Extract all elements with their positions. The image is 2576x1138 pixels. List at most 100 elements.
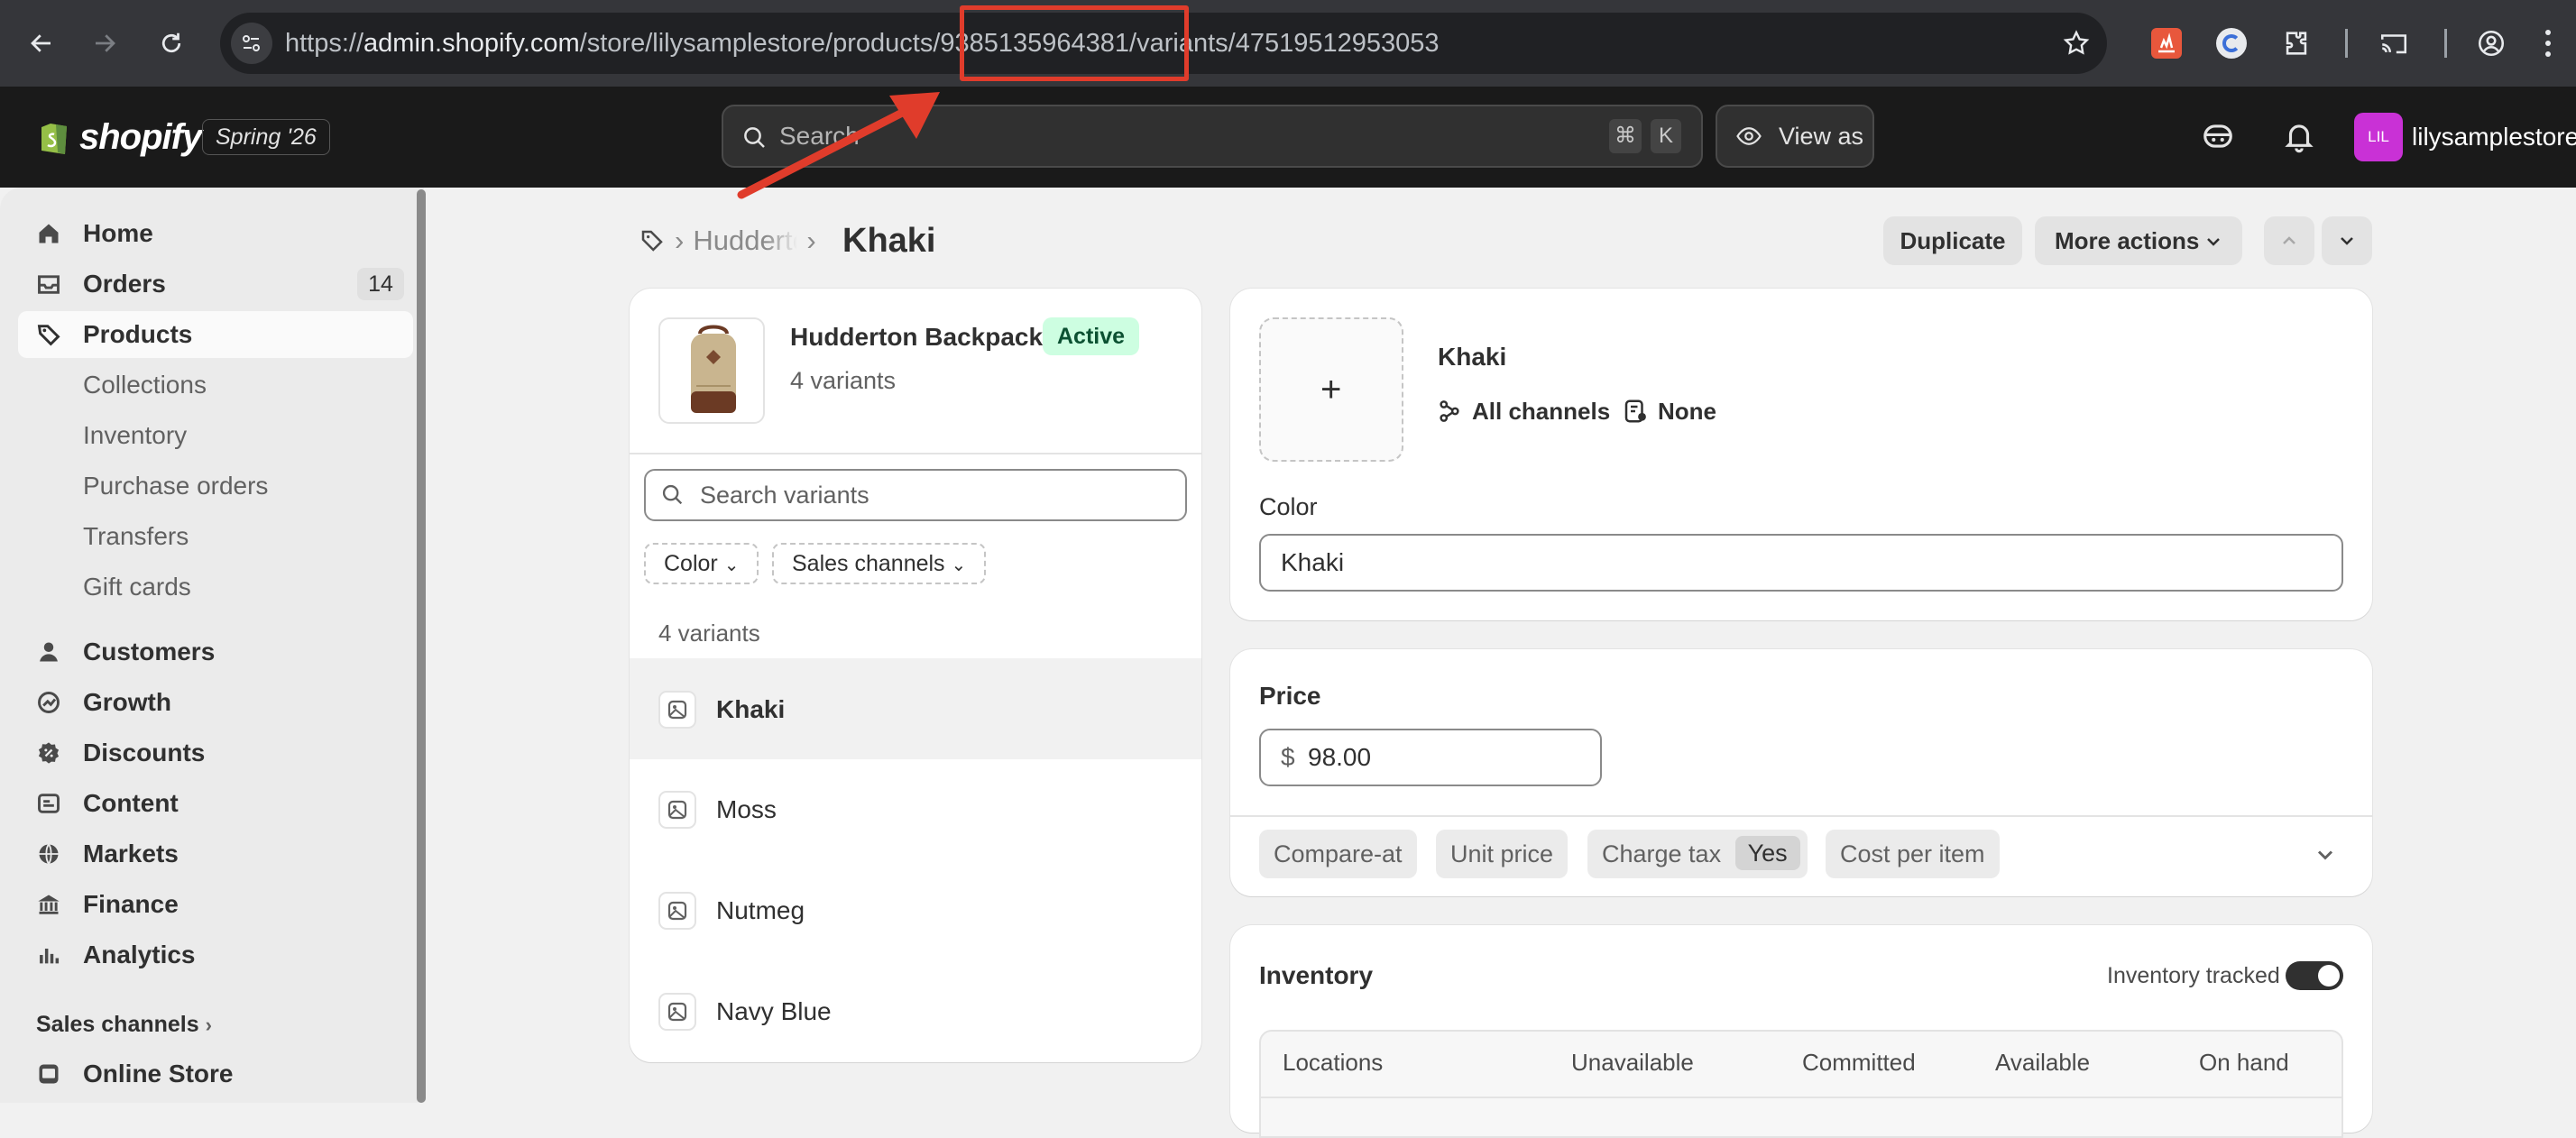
tag-icon[interactable] — [639, 227, 666, 254]
product-variant-count: 4 variants — [790, 367, 897, 394]
breadcrumb-product-link[interactable]: Hudderton Backpack — [693, 225, 797, 257]
url-prefix: https:// — [285, 29, 364, 58]
image-placeholder-icon — [658, 691, 696, 729]
storefront-icon — [39, 1064, 59, 1084]
color-filter-button[interactable]: Color ⌄ — [644, 543, 759, 584]
sidebar-item-analytics[interactable]: Analytics — [18, 932, 413, 978]
person-icon — [40, 642, 58, 662]
extension-flame-icon[interactable] — [2145, 22, 2188, 65]
compare-at-chip[interactable]: Compare-at — [1259, 830, 1417, 878]
variant-row-khaki[interactable]: Khaki — [630, 658, 1201, 759]
sidebar-item-transfers[interactable]: Transfers — [18, 513, 413, 560]
sidebar-item-discounts[interactable]: Discounts — [18, 730, 413, 776]
chart-bars-icon — [40, 949, 60, 964]
price-value: 98.00 — [1308, 743, 1372, 771]
toolbar-divider — [2444, 29, 2447, 58]
unit-price-chip[interactable]: Unit price — [1436, 830, 1569, 878]
breadcrumb-separator-icon: › — [806, 225, 816, 256]
extension-g-icon[interactable] — [2210, 22, 2253, 65]
sales-channels-filter-button[interactable]: Sales channels ⌄ — [772, 543, 987, 584]
sidebar-item-home[interactable]: Home — [18, 210, 413, 257]
catalogs-label: None — [1658, 397, 1716, 425]
brand-wordmark: shopify — [79, 116, 202, 157]
variant-row-moss[interactable]: Moss — [630, 759, 1201, 860]
chevron-down-icon[interactable] — [2313, 842, 2338, 867]
breadcrumb: › Hudderton Backpack › — [639, 216, 816, 265]
view-as-button[interactable]: View as — [1716, 105, 1874, 168]
shopify-bag-icon — [41, 124, 67, 154]
chevron-up-icon — [2283, 236, 2295, 244]
plus-icon: + — [1320, 370, 1342, 409]
image-placeholder-icon — [658, 892, 696, 930]
tag-icon — [37, 325, 60, 346]
sidebar-item-markets[interactable]: Markets — [18, 831, 413, 877]
sidebar-item-collections[interactable]: Collections — [18, 362, 413, 408]
more-actions-button[interactable]: More actions — [2035, 216, 2242, 265]
variant-row-navy-blue[interactable]: Navy Blue — [630, 961, 1201, 1062]
color-filter-label: Color — [664, 551, 718, 576]
add-image-button[interactable]: + — [1259, 317, 1403, 462]
browser-menu-icon[interactable] — [2544, 25, 2553, 61]
search-variants-input[interactable]: Search variants — [644, 469, 1187, 521]
forward-icon[interactable] — [83, 22, 126, 65]
charge-tax-chip[interactable]: Charge tax Yes — [1587, 830, 1808, 878]
product-name[interactable]: Hudderton Backpack — [790, 319, 1043, 355]
inventory-tracked-toggle[interactable] — [2286, 961, 2343, 990]
sidebar-item-orders[interactable]: Orders 14 — [18, 261, 413, 307]
edition-badge[interactable]: Spring '26 — [202, 119, 330, 155]
sidebar-item-label: Finance — [83, 890, 179, 918]
page-title: Khaki — [842, 222, 936, 260]
bookmark-star-icon[interactable] — [2055, 22, 2098, 65]
shopify-logo[interactable]: shopify — [38, 115, 202, 159]
sidebar-item-products[interactable]: Products — [18, 311, 413, 358]
sidebar-scrollbar[interactable] — [417, 189, 426, 1103]
status-badge: Active — [1043, 317, 1140, 355]
extensions-puzzle-icon[interactable] — [2275, 22, 2318, 65]
orders-count-badge: 14 — [357, 268, 404, 300]
profile-icon[interactable] — [2470, 22, 2513, 65]
sidebar-item-growth[interactable]: Growth — [18, 679, 413, 726]
divider — [1261, 1097, 2341, 1098]
next-variant-button[interactable] — [2322, 216, 2372, 265]
cost-per-item-chip[interactable]: Cost per item — [1826, 830, 2000, 878]
product-thumbnail[interactable] — [658, 317, 765, 424]
column-header-locations: Locations — [1283, 1049, 1384, 1076]
annotation-arrow — [737, 92, 940, 199]
back-icon[interactable] — [20, 22, 63, 65]
sidebar-item-inventory[interactable]: Inventory — [18, 412, 413, 459]
image-placeholder-icon — [658, 993, 696, 1031]
channels-icon — [1440, 400, 1459, 422]
sidebar-item-gift-cards[interactable]: Gift cards — [18, 564, 413, 610]
currency-symbol: $ — [1281, 743, 1295, 771]
reload-icon[interactable] — [150, 22, 193, 65]
sales-channels-heading[interactable]: Sales channels › — [36, 1008, 212, 1042]
growth-icon — [38, 692, 60, 713]
content-icon — [38, 794, 60, 813]
price-input[interactable]: $ 98.00 — [1259, 729, 1602, 786]
site-settings-icon[interactable] — [231, 23, 272, 64]
sidebar-item-purchase-orders[interactable]: Purchase orders — [18, 463, 413, 509]
variant-row-nutmeg[interactable]: Nutmeg — [630, 860, 1201, 961]
notifications-bell-icon[interactable] — [2282, 119, 2316, 153]
variant-list-count: 4 variants — [658, 619, 760, 647]
eye-icon — [1736, 127, 1762, 145]
duplicate-button[interactable]: Duplicate — [1883, 216, 2022, 265]
variant-title: Khaki — [1438, 343, 1507, 371]
cast-icon[interactable] — [2372, 22, 2415, 65]
catalog-icon — [1624, 399, 1646, 423]
sidebar-item-customers[interactable]: Customers — [18, 629, 413, 675]
sales-channels-filter-label: Sales channels — [792, 551, 945, 576]
store-avatar[interactable]: LIL — [2354, 113, 2403, 161]
breadcrumb-separator-icon: › — [675, 225, 685, 256]
sidebar-item-content[interactable]: Content — [18, 780, 413, 827]
sidebar-item-finance[interactable]: Finance — [18, 881, 413, 928]
previous-variant-button[interactable] — [2264, 216, 2314, 265]
color-option-input[interactable]: Khaki — [1259, 534, 2343, 592]
channels-link[interactable]: All channels — [1436, 393, 1610, 429]
url-text: https://admin.shopify.com/store/lilysamp… — [285, 13, 1440, 74]
catalogs-link[interactable]: None — [1622, 393, 1716, 429]
store-name[interactable]: lilysamplestore — [2412, 115, 2576, 159]
variant-name: Moss — [716, 795, 777, 823]
sidekick-icon[interactable] — [2201, 119, 2235, 153]
sidebar-item-online-store[interactable]: Online Store — [18, 1051, 413, 1097]
